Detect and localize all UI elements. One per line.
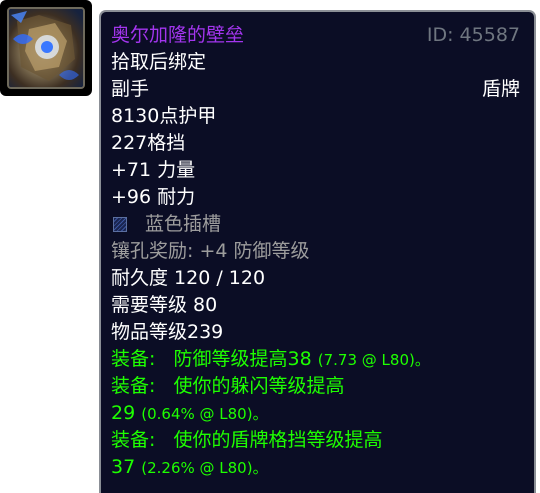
item-level: 物品等级239 — [111, 321, 224, 343]
equip-value: 37 — [111, 456, 136, 478]
blue-socket-icon — [113, 217, 127, 232]
stamina-stat: +96 耐力 — [111, 186, 196, 208]
socket-bonus: 镶孔奖励: +4 防御等级 — [111, 240, 310, 262]
slot-text: 副手 — [111, 78, 150, 100]
equip-text: 使你的躲闪等级提高 — [173, 375, 345, 397]
socket-row: 蓝色插槽 — [111, 211, 520, 238]
strength-stat: +71 力量 — [111, 159, 196, 181]
block-stat: 227格挡 — [111, 132, 186, 154]
socket-text: 蓝色插槽 — [145, 213, 222, 235]
equip-note: (2.26% @ L80)。 — [141, 459, 268, 477]
equip-effect-block: 装备: 使你的盾牌格挡等级提高 — [111, 427, 520, 454]
slot-row: 副手 盾牌 — [111, 76, 520, 103]
equip-effect-defense: 装备: 防御等级提高38 (7.73 @ L80)。 — [111, 346, 520, 373]
equip-effect-dodge-cont: 29 (0.64% @ L80)。 — [111, 400, 520, 427]
durability-text: 耐久度 120 / 120 — [111, 267, 266, 289]
equip-text: 使你的盾牌格挡等级提高 — [173, 429, 383, 451]
equip-value: 29 — [111, 402, 136, 424]
binding-text: 拾取后绑定 — [111, 51, 207, 73]
tooltip-header: 奥尔加隆的壁垒 ID: 45587 — [111, 22, 520, 49]
item-name[interactable]: 奥尔加隆的壁垒 — [111, 22, 244, 49]
equip-prefix: 装备: — [111, 348, 156, 370]
equip-text: 防御等级提高38 — [173, 348, 312, 370]
equip-effect-block-cont: 37 (2.26% @ L80)。 — [111, 454, 520, 481]
item-type: 盾牌 — [481, 78, 520, 100]
item-tooltip: 奥尔加隆的壁垒 ID: 45587 拾取后绑定 副手 盾牌 8130点护甲 22… — [99, 10, 536, 493]
item-icon-frame[interactable] — [0, 0, 92, 96]
equip-note: (0.64% @ L80)。 — [141, 405, 268, 423]
equip-prefix: 装备: — [111, 375, 156, 397]
required-level: 需要等级 80 — [111, 294, 218, 316]
equip-prefix: 装备: — [111, 429, 156, 451]
armor-stat: 8130点护甲 — [111, 105, 217, 127]
item-id: ID: 45587 — [426, 24, 520, 46]
equip-effect-dodge: 装备: 使你的躲闪等级提高 — [111, 373, 520, 400]
equip-note: (7.73 @ L80)。 — [317, 351, 430, 369]
shield-item-icon — [7, 7, 85, 89]
